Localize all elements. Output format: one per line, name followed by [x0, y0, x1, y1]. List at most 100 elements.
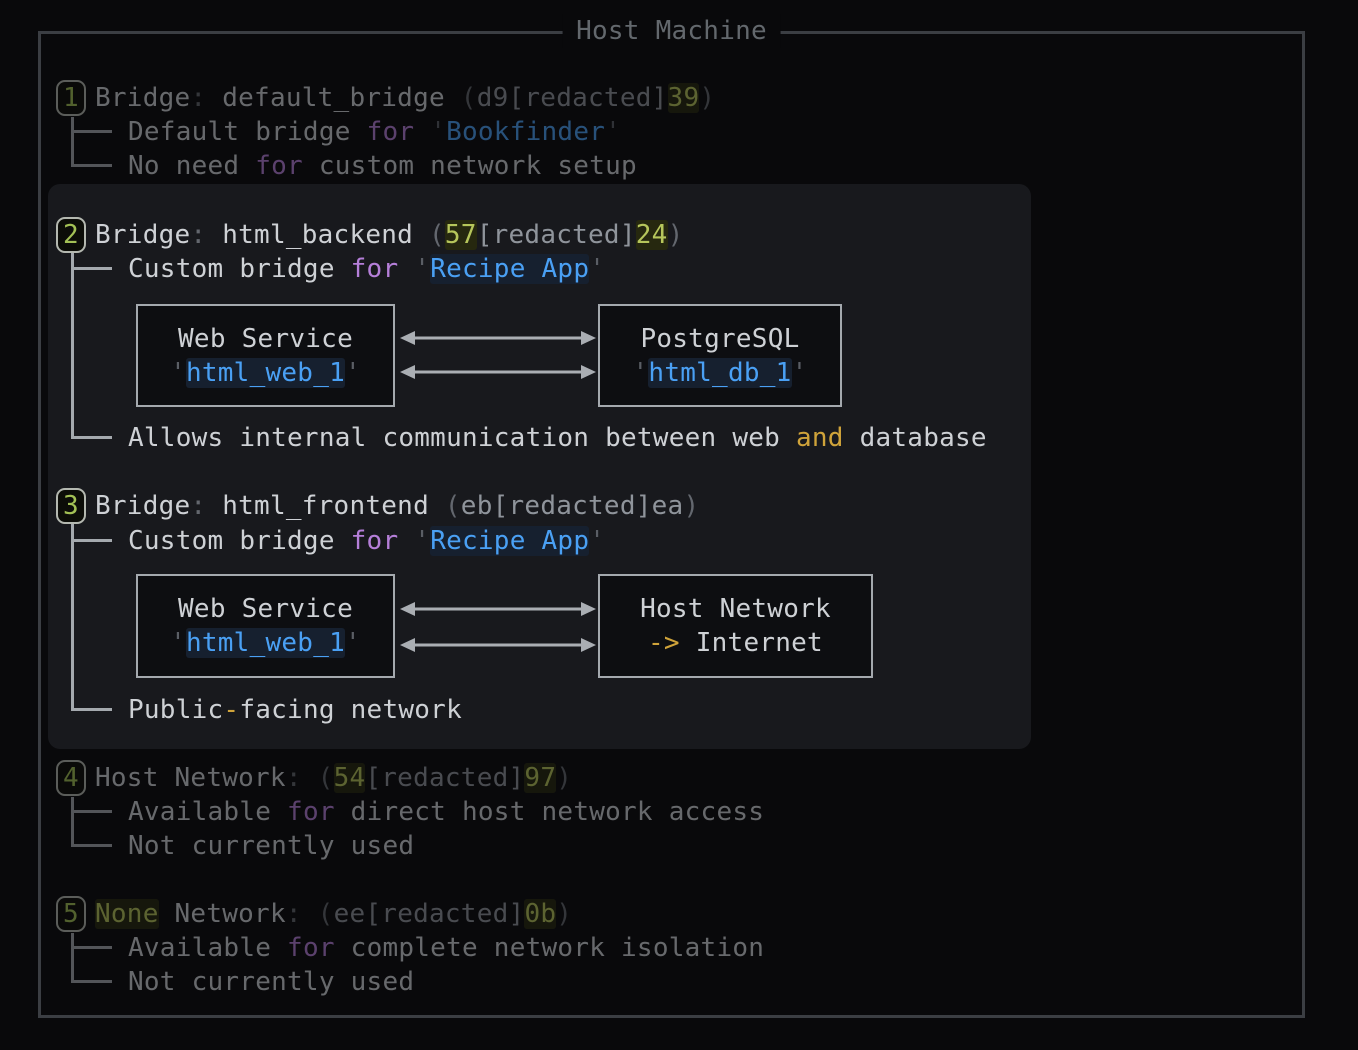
- text-segment: ': [605, 117, 621, 147]
- section-5-row-line: Not currently used: [128, 965, 414, 999]
- text-segment: ': [170, 358, 186, 388]
- host-network-box: Host Network -> Internet: [598, 574, 873, 678]
- tree-connector: [71, 117, 74, 167]
- box-subtitle: 'html_db_1': [633, 356, 808, 390]
- tree-branch: [74, 164, 112, 167]
- text-segment: for: [367, 117, 415, 147]
- section-3-row-line: Public-facing network: [128, 693, 462, 727]
- text-segment: Default bridge: [128, 117, 367, 147]
- text-segment: html_db_1: [648, 358, 791, 388]
- text-segment: Custom bridge: [128, 254, 351, 284]
- text-segment: and: [796, 423, 844, 453]
- text-segment: Available: [128, 797, 287, 827]
- text-segment: ): [699, 83, 715, 113]
- text-segment: ': [414, 254, 430, 284]
- text-segment: [398, 526, 414, 556]
- text-segment: for: [287, 797, 335, 827]
- section-2-row-line: Custom bridge for 'Recipe App': [128, 252, 605, 286]
- text-segment: Available: [128, 933, 287, 963]
- section-2-row-line: Allows internal communication between we…: [128, 421, 987, 455]
- text-segment: ee: [334, 899, 366, 929]
- text-segment: :: [286, 899, 302, 929]
- text-segment: Web Service: [178, 594, 353, 624]
- text-segment: ): [556, 763, 572, 793]
- text-segment: ': [345, 628, 361, 658]
- text-segment: html_backend: [206, 220, 429, 250]
- section-1-row-line: Default bridge for 'Bookfinder': [128, 115, 621, 149]
- text-segment: for: [255, 151, 303, 181]
- text-segment: Not currently used: [128, 967, 414, 997]
- text-segment: Internet: [680, 628, 823, 658]
- text-segment: -: [223, 695, 239, 725]
- section-1-title-line: Bridge: default_bridge (d9[redacted]39): [95, 81, 715, 115]
- text-segment: Bookfinder: [446, 117, 605, 147]
- section-3-row-line: Custom bridge for 'Recipe App': [128, 524, 605, 558]
- text-segment: Recipe App: [430, 254, 589, 284]
- text-segment: html_frontend: [206, 491, 445, 521]
- text-segment: [398, 254, 414, 284]
- text-segment: ': [589, 254, 605, 284]
- web-service-box: Web Service 'html_web_1': [136, 304, 395, 407]
- section-4-title-line: Host Network: (54[redacted]97): [95, 761, 572, 795]
- bidirectional-arrows-icon: [398, 304, 598, 407]
- tree-connector: [71, 524, 74, 711]
- section-4-row-line: Available for direct host network access: [128, 795, 764, 829]
- text-segment: [302, 763, 318, 793]
- text-segment: custom network setup: [303, 151, 637, 181]
- text-segment: direct host network access: [335, 797, 764, 827]
- text-segment: html_web_1: [186, 358, 345, 388]
- text-segment: facing network: [239, 695, 462, 725]
- text-segment: Recipe App: [430, 526, 589, 556]
- text-segment: None: [95, 899, 159, 929]
- text-segment: for: [287, 933, 335, 963]
- section-1-row-line: No need for custom network setup: [128, 149, 637, 183]
- text-segment: ): [556, 899, 572, 929]
- text-segment: [redacted]: [509, 83, 668, 113]
- box-title: PostgreSQL: [640, 322, 799, 356]
- text-segment: Not currently used: [128, 831, 414, 861]
- text-segment: [redacted]: [365, 763, 524, 793]
- text-segment: ': [414, 526, 430, 556]
- tree-branch: [74, 810, 112, 813]
- postgresql-box: PostgreSQL 'html_db_1': [598, 304, 842, 407]
- section-3-title-line: Bridge: html_frontend (eb[redacted]ea): [95, 489, 699, 523]
- text-segment: 57: [445, 220, 477, 250]
- text-segment: ): [668, 220, 684, 250]
- section-5-row-line: Available for complete network isolation: [128, 931, 764, 965]
- text-segment: :: [190, 83, 206, 113]
- tree-branch: [74, 946, 112, 949]
- text-segment: [302, 899, 318, 929]
- tree-connector: [71, 933, 74, 983]
- text-segment: 97: [524, 763, 556, 793]
- tree-branch: [74, 267, 112, 270]
- text-segment: d9: [477, 83, 509, 113]
- text-segment: (: [318, 763, 334, 793]
- section-5-badge: 5: [56, 896, 86, 932]
- text-segment: Bridge: [95, 491, 190, 521]
- text-segment: default_bridge: [206, 83, 460, 113]
- text-segment: Allows internal communication between we…: [128, 423, 796, 453]
- text-segment: :: [190, 220, 206, 250]
- text-segment: 54: [334, 763, 366, 793]
- text-segment: ': [633, 358, 649, 388]
- text-segment: ->: [648, 628, 680, 658]
- section-1-badge: 1: [56, 80, 86, 116]
- text-segment: html_web_1: [186, 628, 345, 658]
- box-subtitle: 'html_web_1': [170, 356, 361, 390]
- text-segment: ': [345, 358, 361, 388]
- tree-branch: [74, 844, 112, 847]
- text-segment: ': [430, 117, 446, 147]
- text-segment: ': [170, 628, 186, 658]
- section-4-row-line: Not currently used: [128, 829, 414, 863]
- text-segment: Network: [159, 899, 286, 929]
- text-segment: Host Network: [95, 763, 286, 793]
- section-4-badge: 4: [56, 760, 86, 796]
- tree-connector: [71, 797, 74, 847]
- web-service-box: Web Service 'html_web_1': [136, 574, 395, 678]
- text-segment: Public: [128, 695, 223, 725]
- text-segment: ): [683, 491, 699, 521]
- section-2-badge: 2: [56, 217, 86, 253]
- text-segment: eb: [461, 491, 493, 521]
- bidirectional-arrows-icon: [398, 574, 598, 678]
- text-segment: No need: [128, 151, 255, 181]
